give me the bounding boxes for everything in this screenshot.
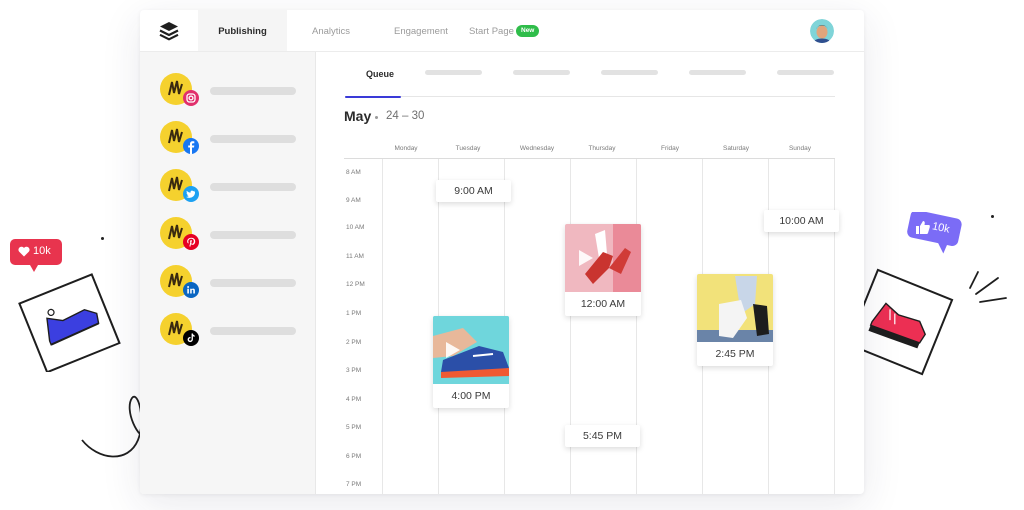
account-name-placeholder bbox=[210, 327, 296, 335]
tab-placeholder[interactable] bbox=[601, 70, 658, 75]
post-time: 4:00 PM bbox=[451, 390, 491, 402]
time-label: 11 AM bbox=[346, 253, 364, 260]
dot-decoration bbox=[991, 215, 994, 218]
post-time: 9:00 AM bbox=[454, 185, 493, 197]
dot-decoration bbox=[101, 237, 104, 240]
tab-placeholder[interactable] bbox=[425, 70, 482, 75]
account-name-placeholder bbox=[210, 135, 296, 143]
accounts-sidebar bbox=[140, 52, 316, 494]
scheduled-post[interactable]: 10:00 AM bbox=[764, 210, 839, 232]
tab-placeholder[interactable] bbox=[777, 70, 834, 75]
sneaker-sticker bbox=[18, 272, 122, 374]
time-label: 10 AM bbox=[346, 224, 365, 231]
time-label: 8 AM bbox=[346, 169, 361, 176]
pinterest-icon bbox=[183, 234, 199, 250]
subtab-divider bbox=[345, 96, 835, 97]
time-label: 6 PM bbox=[346, 453, 362, 460]
time-label: 7 PM bbox=[346, 481, 362, 488]
account-name-placeholder bbox=[210, 231, 296, 239]
calendar-month: May bbox=[344, 108, 372, 124]
time-label: 4 PM bbox=[346, 396, 362, 403]
instagram-icon bbox=[183, 90, 199, 106]
account-instagram[interactable] bbox=[160, 73, 320, 113]
time-label: 1 PM bbox=[346, 310, 362, 317]
time-label: 12 PM bbox=[346, 281, 365, 288]
app-window: Publishing Analytics Engagement Start Pa… bbox=[140, 10, 864, 494]
scheduled-post[interactable]: 2:45 PM bbox=[697, 274, 773, 366]
post-thumbnail bbox=[697, 274, 773, 342]
tiktok-icon bbox=[183, 330, 199, 346]
buffer-logo-icon[interactable] bbox=[158, 20, 180, 42]
scheduled-post[interactable]: 12:00 AM bbox=[565, 224, 641, 316]
account-facebook[interactable] bbox=[160, 121, 320, 161]
post-time: 12:00 AM bbox=[580, 298, 626, 310]
time-label: 2 PM bbox=[346, 339, 362, 346]
time-label: 5 PM bbox=[346, 424, 362, 431]
thumbs-badge: 10k bbox=[906, 210, 962, 256]
new-badge: New bbox=[516, 25, 540, 37]
account-name-placeholder bbox=[210, 183, 296, 191]
column-divider bbox=[382, 159, 383, 494]
user-avatar[interactable] bbox=[810, 19, 834, 43]
tab-placeholder[interactable] bbox=[689, 70, 746, 75]
day-header: Friday bbox=[660, 145, 680, 152]
scheduled-post[interactable]: 5:45 PM bbox=[565, 425, 640, 447]
account-linkedin[interactable] bbox=[160, 265, 320, 305]
tab-analytics[interactable]: Analytics bbox=[312, 10, 350, 51]
facebook-icon bbox=[183, 138, 199, 154]
tab-publishing[interactable]: Publishing bbox=[198, 10, 287, 51]
post-thumbnail bbox=[433, 316, 509, 384]
tab-queue[interactable]: Queue bbox=[358, 69, 402, 79]
post-time: 10:00 AM bbox=[779, 215, 824, 227]
day-header: Monday bbox=[394, 145, 418, 152]
twitter-icon bbox=[183, 186, 199, 202]
calendar-panel: Queue May 24 – 30 Monday Tuesday Wednesd… bbox=[316, 52, 864, 494]
spark-lines-decoration bbox=[969, 271, 1007, 303]
scheduled-post[interactable]: 9:00 AM bbox=[436, 180, 511, 202]
post-thumbnail bbox=[565, 224, 641, 292]
day-header: Tuesday bbox=[455, 145, 481, 152]
account-pinterest[interactable] bbox=[160, 217, 320, 257]
play-icon bbox=[579, 250, 593, 266]
account-tiktok[interactable] bbox=[160, 313, 320, 353]
likes-badge: 10k bbox=[10, 239, 62, 273]
active-tab-indicator bbox=[345, 96, 401, 98]
calendar-week-range: 24 – 30 bbox=[386, 110, 425, 122]
post-time: 2:45 PM bbox=[715, 348, 755, 360]
day-header: Wednesday bbox=[519, 145, 555, 152]
time-label: 9 AM bbox=[346, 197, 361, 204]
tab-start-page[interactable]: Start Page bbox=[469, 10, 514, 51]
tab-engagement[interactable]: Engagement bbox=[394, 10, 448, 51]
separator-dot bbox=[375, 116, 378, 119]
account-name-placeholder bbox=[210, 279, 296, 287]
tab-placeholder[interactable] bbox=[513, 70, 570, 75]
likes-count: 10k bbox=[33, 245, 51, 257]
account-twitter[interactable] bbox=[160, 169, 320, 209]
heart-icon bbox=[18, 246, 30, 257]
time-label: 3 PM bbox=[346, 367, 362, 374]
linkedin-icon bbox=[183, 282, 199, 298]
header-divider bbox=[344, 158, 835, 159]
account-name-placeholder bbox=[210, 87, 296, 95]
scheduled-post[interactable]: 4:00 PM bbox=[433, 316, 509, 408]
play-icon bbox=[446, 342, 460, 358]
day-header: Sunday bbox=[788, 145, 812, 152]
post-time: 5:45 PM bbox=[582, 430, 623, 442]
day-header: Thursday bbox=[588, 145, 616, 152]
day-header: Saturday bbox=[722, 145, 750, 152]
top-nav: Publishing Analytics Engagement Start Pa… bbox=[140, 10, 864, 52]
thumbs-up-icon bbox=[916, 221, 930, 234]
